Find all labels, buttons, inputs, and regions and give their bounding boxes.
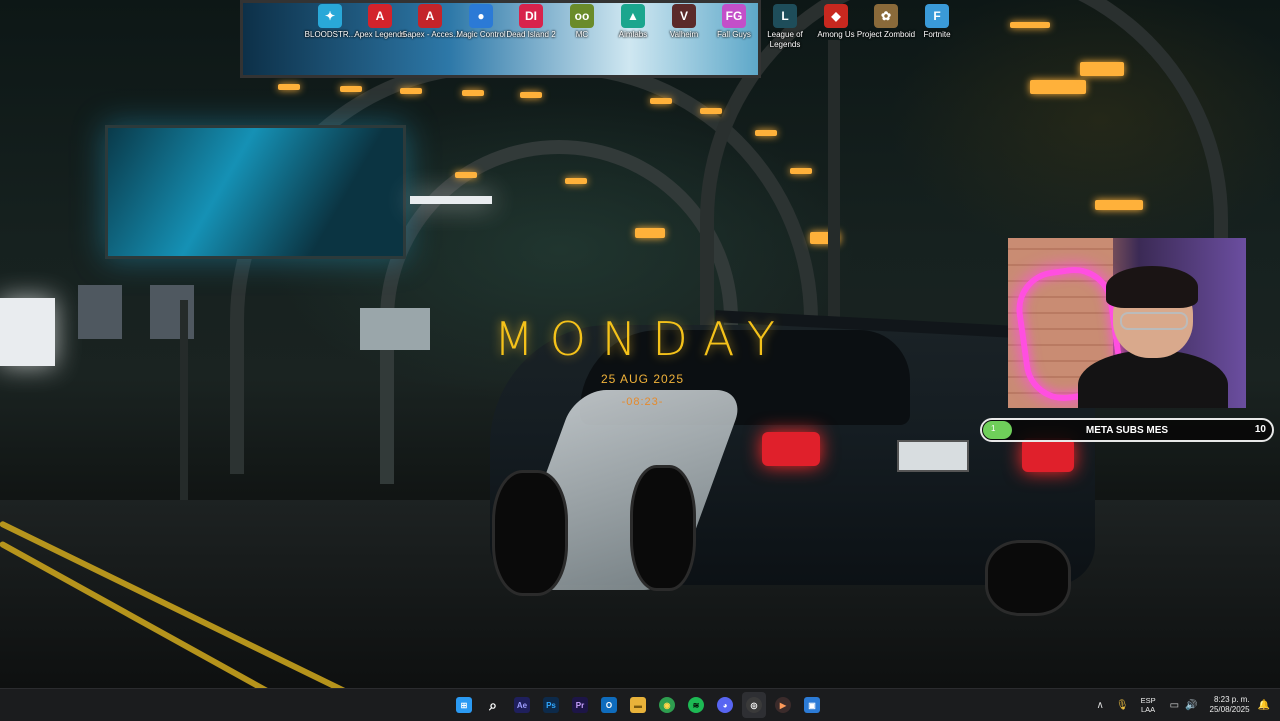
hologram-billboard xyxy=(105,125,406,259)
language-indicator[interactable]: ESP LAA xyxy=(1141,696,1156,714)
network-icon[interactable]: ▭ xyxy=(1170,700,1179,711)
apex-legends-icon: A xyxy=(368,4,392,28)
photoshop-app[interactable]: Ps xyxy=(539,692,563,718)
chrome-icon: ◉ xyxy=(659,697,675,713)
spotify-app[interactable]: ≋ xyxy=(684,692,708,718)
search-icon: ⌕ xyxy=(489,696,497,713)
r5apex-icon: A xyxy=(418,4,442,28)
chevron-up-icon[interactable]: ∧ xyxy=(1097,700,1104,711)
obs-app[interactable]: ◎ xyxy=(742,692,766,718)
taskbar: ⊞ ⌕ Ae Ps Pr O ▬ ◉ ≋ ◕ ◎ ▶ ▣ ∧ 🎙 ESP LAA… xyxy=(0,688,1280,721)
photos-app[interactable]: ▣ xyxy=(800,692,824,718)
folder-icon: ▬ xyxy=(630,697,646,713)
valheim-icon: V xyxy=(672,4,696,28)
discord-app[interactable]: ◕ xyxy=(713,692,737,718)
fortnite-icon: F xyxy=(925,4,949,28)
after-effects-app[interactable]: Ae xyxy=(510,692,534,718)
widget-date: 25 AUG 2025 xyxy=(600,372,685,386)
premiere-app[interactable]: Pr xyxy=(568,692,592,718)
webcam-overlay xyxy=(1008,238,1246,408)
chrome-app[interactable]: ◉ xyxy=(655,692,679,718)
volume-icon[interactable]: 🔊 xyxy=(1185,700,1197,711)
obs-icon: ◎ xyxy=(746,697,762,713)
streamer-shirt xyxy=(1078,350,1228,408)
project-zomboid-icon: ✿ xyxy=(874,4,898,28)
discord-icon: ◕ xyxy=(717,697,733,713)
streamer-glasses xyxy=(1120,312,1188,330)
outlook-app[interactable]: O xyxy=(597,692,621,718)
league-of-legends-icon: L xyxy=(773,4,797,28)
widget-day: MONDAY xyxy=(494,312,791,366)
goal-label: META SUBS MES xyxy=(1085,425,1169,436)
spotify-icon: ≋ xyxy=(688,697,704,713)
start-button[interactable]: ⊞ xyxy=(452,692,476,718)
goal-target: 10 xyxy=(1254,424,1266,435)
taskbar-apps: ⊞ ⌕ Ae Ps Pr O ▬ ◉ ≋ ◕ ◎ ▶ ▣ xyxy=(452,692,824,718)
streamer-hair xyxy=(1106,266,1198,308)
magic-control-icon: ● xyxy=(469,4,493,28)
photoshop-icon: Ps xyxy=(543,697,559,713)
premiere-icon: Pr xyxy=(572,697,588,713)
outlook-icon: O xyxy=(601,697,617,713)
play-icon: ▶ xyxy=(775,697,791,713)
windows-icon: ⊞ xyxy=(456,697,472,713)
license-plate xyxy=(897,440,969,472)
aimlabs-icon: ▲ xyxy=(621,4,645,28)
media-player-app[interactable]: ▶ xyxy=(771,692,795,718)
fortnite-shortcut[interactable]: F Fortnite xyxy=(907,2,967,40)
search-button[interactable]: ⌕ xyxy=(481,692,505,718)
date-time-widget: MONDAY 25 AUG 2025 -08:23- xyxy=(470,312,815,408)
microphone-icon[interactable]: 🎙 xyxy=(1116,700,1129,711)
after-effects-icon: Ae xyxy=(514,697,530,713)
photos-icon: ▣ xyxy=(804,697,820,713)
notification-bell-icon[interactable]: 🔔 xyxy=(1258,700,1270,711)
dead-island-2-icon: DI xyxy=(519,4,543,28)
mc-icon: oo xyxy=(570,4,594,28)
fall-guys-icon: FG xyxy=(722,4,746,28)
bloodstrike-icon: ✦ xyxy=(318,4,342,28)
system-tray: ∧ 🎙 ESP LAA ▭ 🔊 8:23 p. m. 25/08/2025 🔔 xyxy=(1097,689,1280,721)
among-us-icon: ◆ xyxy=(824,4,848,28)
file-explorer-app[interactable]: ▬ xyxy=(626,692,650,718)
taskbar-clock[interactable]: 8:23 p. m. 25/08/2025 xyxy=(1210,695,1250,715)
widget-time: -08:23- xyxy=(621,396,664,408)
bright-screen xyxy=(0,298,55,366)
subscriber-goal-bar: 1 META SUBS MES 10 xyxy=(980,418,1274,442)
